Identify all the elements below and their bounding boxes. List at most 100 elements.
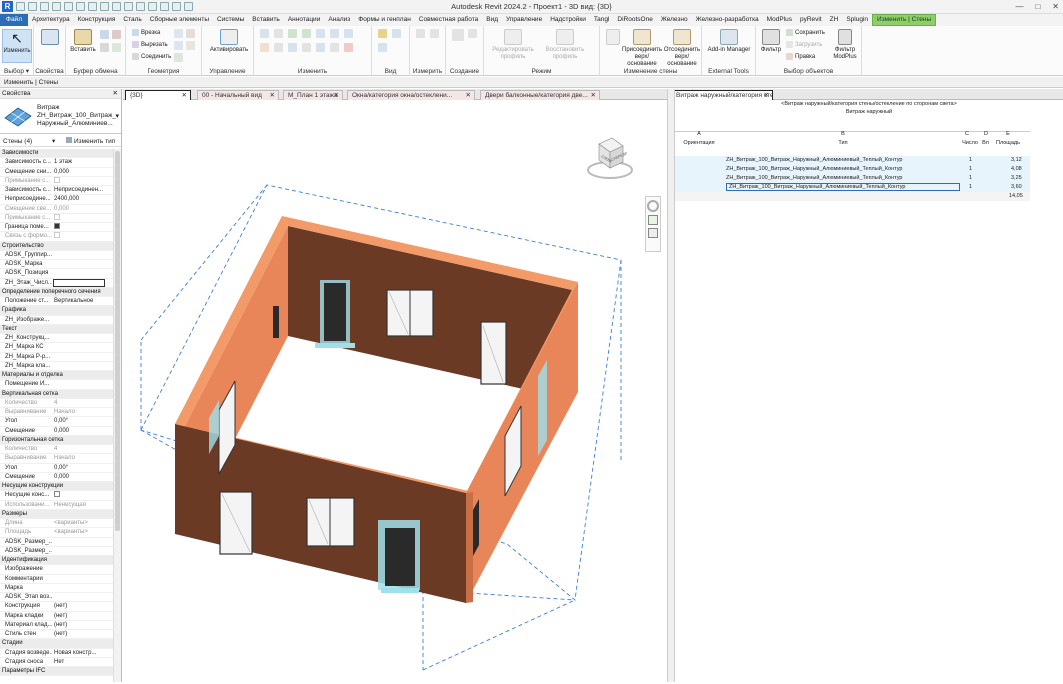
ribbon-tab[interactable]: Формы и генплан <box>354 14 415 26</box>
minimize-button[interactable]: — <box>1015 2 1023 11</box>
measure-between-icon[interactable] <box>416 29 425 38</box>
move-icon[interactable] <box>260 43 269 52</box>
property-row[interactable]: ZH_Этаж_Числ... <box>0 278 121 288</box>
properties-scrollbar[interactable] <box>113 149 121 682</box>
property-row[interactable]: ADSK_Размер_... <box>0 547 121 556</box>
edit-type-button[interactable]: Изменить тип <box>66 136 115 147</box>
ribbon-tab[interactable]: ModPlus <box>763 14 796 26</box>
checkbox[interactable] <box>54 213 60 220</box>
filter-modplus-button[interactable]: Фильтр ModPlus <box>830 29 860 61</box>
property-group-header[interactable]: Размеры <box>0 509 121 519</box>
property-row[interactable]: ZH_Марка КС <box>0 343 121 353</box>
property-value[interactable]: 0,00° <box>54 464 110 473</box>
trim-icon[interactable] <box>302 43 311 52</box>
property-value[interactable]: 0,000 <box>54 168 110 177</box>
filter-button[interactable]: Фильтр <box>758 29 784 54</box>
document-tab[interactable]: Двери балконные/категория две... ✕ <box>480 90 600 100</box>
ribbon-tab[interactable]: Конструкция <box>74 14 120 26</box>
schedule-column-header[interactable]: Тип <box>723 140 963 146</box>
property-row[interactable]: Комментарии <box>0 575 121 584</box>
edit-selection-button[interactable]: Правка <box>786 53 815 60</box>
join-button[interactable]: Соединить <box>132 53 171 60</box>
ribbon-tab[interactable]: Сталь <box>119 14 145 26</box>
save-selection-button[interactable]: Сохранить <box>786 29 825 36</box>
property-row[interactable]: Использовани... Ненесущая <box>0 501 121 510</box>
pin-icon[interactable] <box>344 29 353 38</box>
schedule-cell-type[interactable]: ZH_Витраж_100_Витраж_Наружный_Алюминиевы… <box>726 174 902 182</box>
rotate-icon[interactable] <box>288 43 297 52</box>
schedule-cell-type[interactable]: ZH_Витраж_100_Витраж_Наружный_Алюминиевы… <box>726 156 902 164</box>
document-tab[interactable]: Витраж наружный/категория сте... ✕ <box>671 90 773 100</box>
paint-icon[interactable] <box>112 43 121 52</box>
property-row[interactable]: Стиль стен (нет) <box>0 630 121 640</box>
cut-icon[interactable] <box>112 30 121 39</box>
property-row[interactable]: Смещение све... 0,000 <box>0 205 121 214</box>
property-value[interactable]: 0,000 <box>54 427 110 436</box>
schedule-row[interactable]: ZH_Витраж_100_Витраж_Наружный_Алюминиевы… <box>675 156 1030 165</box>
close-tab-icon[interactable]: ✕ <box>182 91 187 100</box>
modify-button[interactable]: ↖ Изменить <box>2 29 32 63</box>
hide-icon[interactable] <box>378 29 387 38</box>
property-row[interactable]: ADSK_Размер_... <box>0 538 121 547</box>
property-group-header[interactable]: Горизонтальная сетка <box>0 435 121 445</box>
document-tab[interactable]: 00 - Начальный вид ✕ <box>197 90 279 100</box>
property-row[interactable]: Зависимость с... Неприсоединен... <box>0 186 121 196</box>
maximize-button[interactable]: □ <box>1035 2 1040 11</box>
property-group-header[interactable]: Графика <box>0 306 121 316</box>
property-row[interactable]: Зависимость с... 1 этаж <box>0 158 121 168</box>
property-value[interactable]: Начало <box>54 408 110 417</box>
property-value[interactable]: 4 <box>54 445 110 454</box>
property-group-header[interactable]: Текст <box>0 324 121 334</box>
property-row[interactable]: Положение ст... Вертикальное <box>0 297 121 307</box>
ribbon-tab[interactable]: DiRootsOne <box>613 14 656 26</box>
zoom-icon[interactable] <box>648 215 658 225</box>
override-icon[interactable] <box>392 29 401 38</box>
paint-face-icon[interactable] <box>174 41 183 50</box>
property-row[interactable]: ZH_Изображе... <box>0 316 121 325</box>
cut-in-button[interactable]: Врезка <box>132 29 160 36</box>
checkbox[interactable] <box>54 223 60 229</box>
split-icon[interactable] <box>316 29 325 38</box>
schedule-row[interactable]: ZH_Витраж_100_Витраж_Наружный_Алюминиевы… <box>675 165 1030 174</box>
schedule-cell-count[interactable]: 1 <box>969 156 972 164</box>
schedule-cell-area[interactable]: 3,60 <box>1011 183 1022 191</box>
reset-profile-button[interactable]: Восстановить профиль <box>540 29 590 61</box>
property-value[interactable]: 0,00° <box>54 417 110 426</box>
property-value[interactable]: Начало <box>54 454 110 463</box>
schedule-cell-type[interactable]: ZH_Витраж_100_Витраж_Наружный_Алюминиевы… <box>726 183 960 191</box>
close-tab-icon[interactable]: ✕ <box>334 91 339 100</box>
schedule-view[interactable]: <Витраж наружный/категория стены/остекле… <box>675 100 1063 682</box>
property-row[interactable]: Конструкция (нет) <box>0 602 121 612</box>
property-group-header[interactable]: Вертикальная сетка <box>0 389 121 399</box>
match-icon[interactable] <box>100 43 109 52</box>
remove-paint-icon[interactable] <box>174 53 183 62</box>
property-row[interactable]: Угол 0,00° <box>0 464 121 473</box>
property-row[interactable]: Площадь <варианты> <box>0 528 121 538</box>
property-row[interactable]: Изображение <box>0 565 121 575</box>
property-group-header[interactable]: Идентификация <box>0 556 121 566</box>
property-value[interactable]: Ненесущая <box>54 501 110 510</box>
ribbon-tab[interactable]: Архитектура <box>28 14 74 26</box>
ribbon-tab[interactable]: Аннотации <box>284 14 325 26</box>
property-row[interactable]: Количество 4 <box>0 445 121 455</box>
property-value[interactable]: Нет <box>54 658 110 667</box>
property-value[interactable]: Вертикальное <box>54 297 110 306</box>
property-value[interactable]: Неприсоединен... <box>54 186 110 195</box>
schedule-column-letter[interactable]: C <box>962 131 972 137</box>
edit-profile-button[interactable]: Редактировать профиль <box>488 29 538 61</box>
ribbon-tab[interactable]: Системы <box>213 14 248 26</box>
document-tab[interactable]: М_План 1 этажа ✕ <box>283 90 343 100</box>
property-group-header[interactable]: Стадии <box>0 639 121 649</box>
property-row[interactable]: Длина <варианты> <box>0 519 121 529</box>
property-value[interactable]: 2400,000 <box>54 195 110 204</box>
property-row[interactable]: Неприсоедине... 2400,000 <box>0 195 121 205</box>
property-input[interactable] <box>53 278 105 287</box>
property-group-header[interactable]: Зависимости <box>0 149 121 159</box>
property-value[interactable]: (нет) <box>54 602 110 611</box>
split-gap-icon[interactable] <box>330 29 339 38</box>
property-row[interactable]: Угол 0,00° <box>0 417 121 427</box>
property-row[interactable]: ZH_Конструкц... <box>0 334 121 344</box>
property-row[interactable]: Несущие конс... <box>0 491 121 501</box>
demolish-icon[interactable] <box>186 41 195 50</box>
document-tab[interactable]: Окна/категория окна/остеклени... ✕ <box>347 90 475 100</box>
